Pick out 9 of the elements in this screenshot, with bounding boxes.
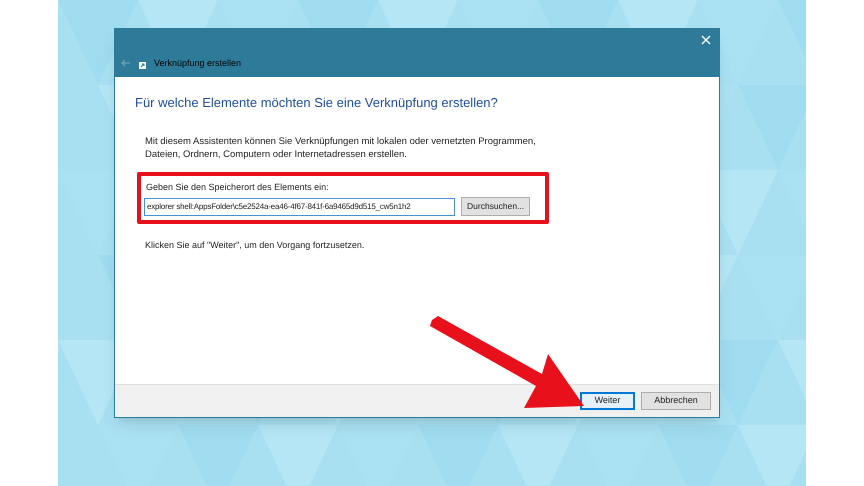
next-button[interactable]: Weiter bbox=[580, 392, 635, 410]
cancel-button[interactable]: Abbrechen bbox=[641, 392, 711, 410]
window-title: Verknüpfung erstellen bbox=[154, 56, 242, 70]
browse-button[interactable]: Durchsuchen... bbox=[461, 197, 530, 216]
location-input[interactable]: explorer shell:AppsFolder\c5e2524a-ea46-4f67-841f-6a9465d9d515_cw5n1h2 bbox=[144, 198, 455, 216]
wizard-heading: Für welche Elemente möchten Sie eine Verknüpfung erstellen? bbox=[135, 94, 499, 112]
hint-text: Klicken Sie auf "Weiter", um den Vorgang fortzusetzen. bbox=[145, 238, 366, 252]
description-text: Mit diesem Assistenten können Sie Verknüpfungen mit lokalen oder vernetzten Programmen, Dateien, Ordnern, Computern oder Internetadressen erstellen. bbox=[145, 134, 537, 160]
location-label: Geben Sie den Speicherort des Elements ein: bbox=[146, 180, 330, 194]
